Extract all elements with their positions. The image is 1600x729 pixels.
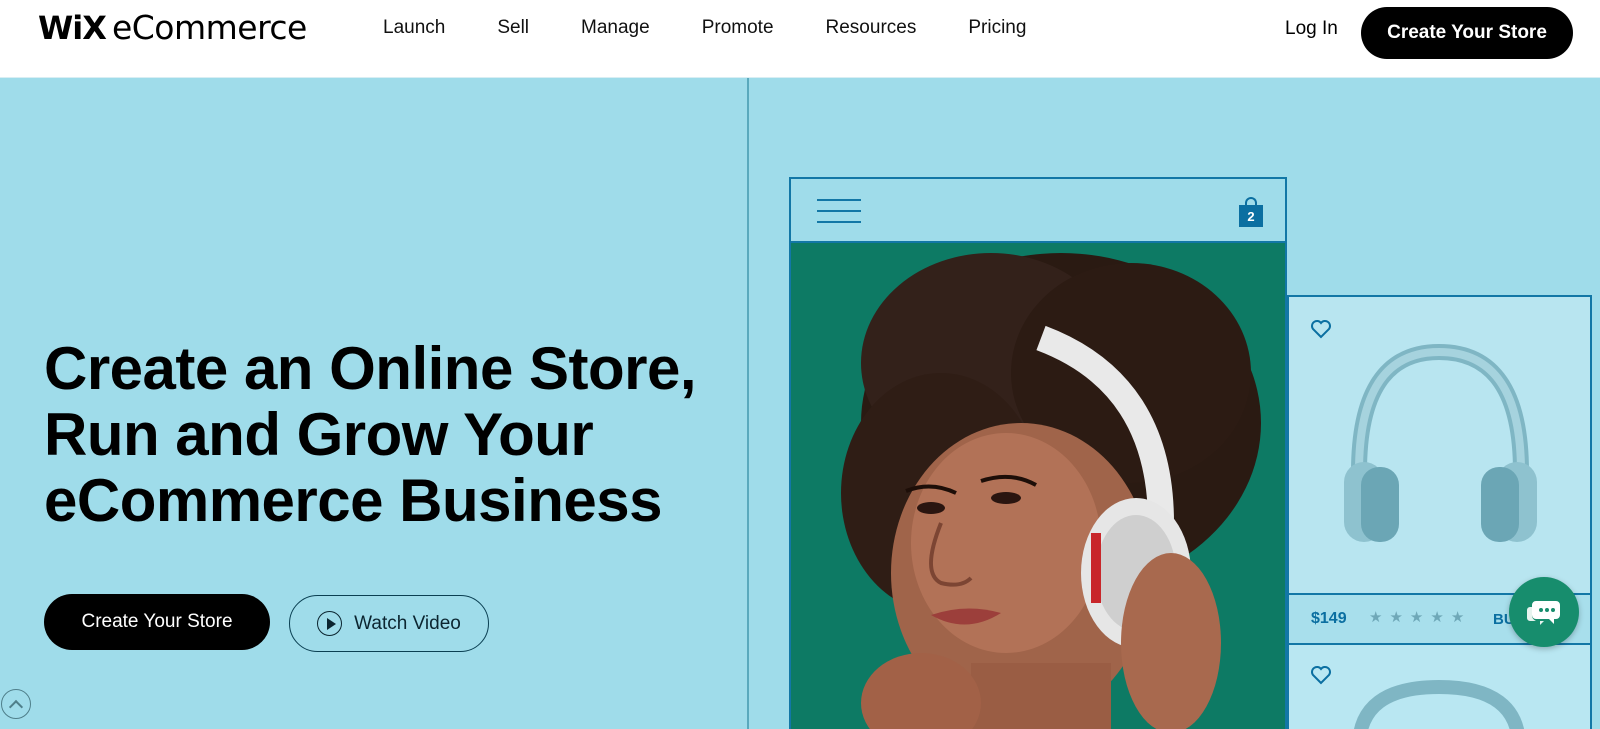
hero-title: Create an Online Store, Run and Grow You…	[44, 336, 744, 534]
nav-pricing[interactable]: Pricing	[968, 17, 1026, 39]
scroll-to-top-button[interactable]	[1, 689, 31, 719]
divider-line	[747, 78, 749, 729]
star-icon: ★	[1409, 609, 1424, 626]
watch-video-button[interactable]: Watch Video	[289, 595, 489, 652]
main-nav: Launch Sell Manage Promote Resources Pri…	[383, 17, 1078, 39]
nav-resources[interactable]: Resources	[826, 17, 917, 39]
site-header: WiX eCommerce Launch Sell Manage Promote…	[0, 0, 1600, 78]
nav-sell[interactable]: Sell	[497, 17, 529, 39]
product-price: $149	[1311, 610, 1347, 627]
cart-count: 2	[1239, 205, 1263, 227]
store-mockup-phone: 2	[789, 177, 1287, 729]
rating-stars: ★ ★ ★ ★ ★	[1369, 608, 1464, 626]
login-link[interactable]: Log In	[1285, 18, 1338, 40]
heart-icon[interactable]	[1309, 317, 1333, 341]
chat-icon	[1527, 601, 1560, 625]
nav-promote[interactable]: Promote	[702, 17, 774, 39]
header-create-store-button[interactable]: Create Your Store	[1361, 7, 1573, 59]
hero-title-line-2: Run and Grow Your	[44, 401, 594, 468]
hero-photo-illustration	[791, 243, 1285, 729]
nav-manage[interactable]: Manage	[581, 17, 650, 39]
mockup-top-bar: 2	[791, 179, 1285, 243]
nav-launch[interactable]: Launch	[383, 17, 445, 39]
logo-product: eCommerce	[111, 8, 307, 47]
menu-icon[interactable]	[817, 199, 861, 225]
chat-button[interactable]	[1509, 577, 1579, 647]
headphones-illustration	[1344, 343, 1537, 542]
star-icon: ★	[1430, 609, 1444, 626]
chevron-up-icon	[8, 699, 24, 714]
woman-with-headphones-image	[791, 243, 1285, 729]
star-icon: ★	[1389, 609, 1403, 626]
watch-video-label: Watch Video	[354, 612, 461, 634]
hero-title-line-1: Create an Online Store,	[44, 335, 697, 402]
headphones-product-image	[1289, 297, 1590, 593]
star-icon: ★	[1450, 609, 1465, 626]
logo-brand: WiX	[38, 9, 107, 47]
heart-icon[interactable]	[1309, 663, 1333, 687]
shopping-bag-icon[interactable]: 2	[1239, 197, 1263, 227]
wix-ecommerce-logo[interactable]: WiX eCommerce	[38, 8, 307, 48]
star-icon: ★	[1369, 609, 1383, 626]
play-icon	[317, 611, 343, 636]
product-card[interactable]: $149 ★ ★ ★ ★ ★ BU	[1287, 295, 1592, 729]
hero-title-line-3: eCommerce Business	[44, 467, 662, 534]
second-headphones-illustration	[1354, 679, 1524, 729]
hero-create-store-button[interactable]: Create Your Store	[44, 594, 270, 650]
